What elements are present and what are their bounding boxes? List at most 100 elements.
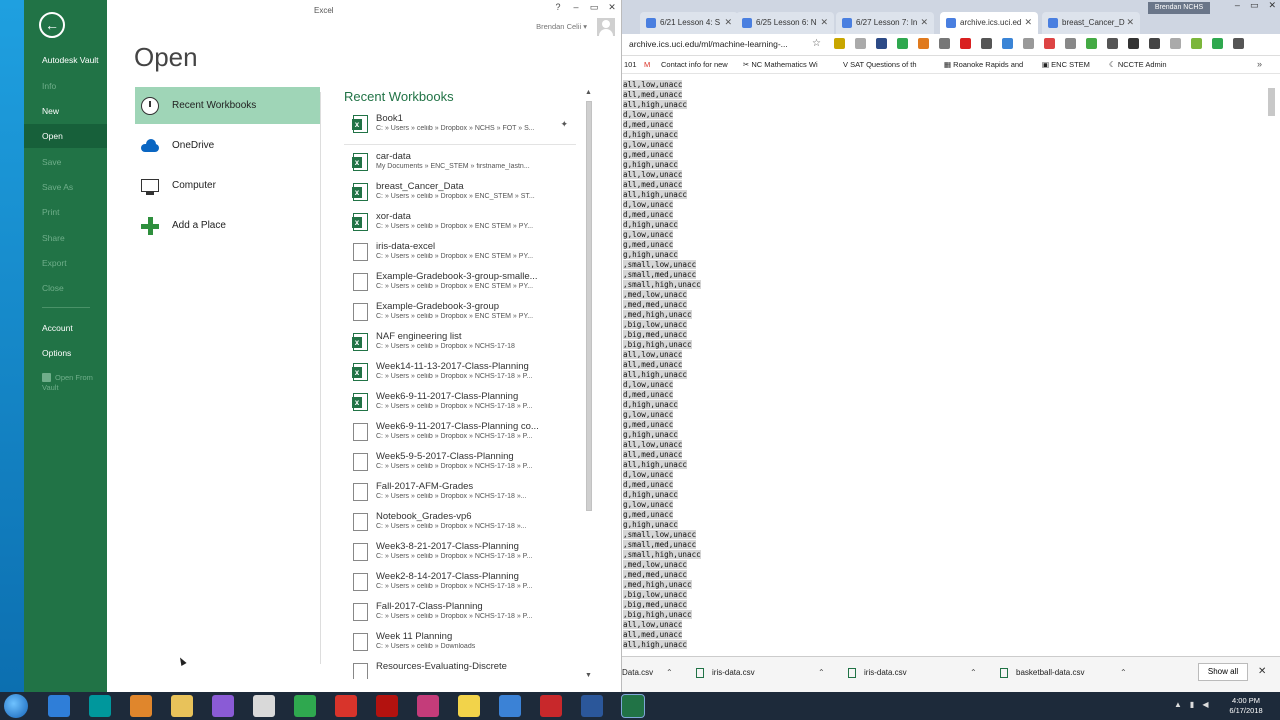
nav-options[interactable]: Options	[24, 341, 107, 365]
page-scrollbar[interactable]	[1267, 80, 1277, 656]
recent-file-item[interactable]: NAF engineering listC: » Users » celiib …	[344, 329, 576, 359]
recent-file-item[interactable]: Week14-11-13-2017-Class-PlanningC: » Use…	[344, 359, 576, 389]
start-button[interactable]	[4, 694, 28, 718]
bookmark-ncmath[interactable]: ✂ NC Mathematics Wi	[743, 60, 818, 69]
recent-file-item[interactable]: Book1C: » Users » celiib » Dropbox » NCH…	[344, 111, 576, 145]
browser-tab[interactable]: archive.ics.uci.ed ✕	[940, 12, 1038, 34]
chevron-up-icon[interactable]: ⌃	[970, 668, 977, 677]
chevron-up-icon[interactable]: ⌃	[818, 668, 825, 677]
extension-icon[interactable]	[1233, 38, 1244, 49]
download-item[interactable]: iris-data.csv ⌃	[696, 668, 825, 678]
page-scroll-thumb[interactable]	[1268, 88, 1275, 116]
ie-icon[interactable]	[48, 695, 70, 717]
recent-file-item[interactable]: Week6-9-11-2017-Class-PlanningC: » Users…	[344, 389, 576, 419]
chrome-restore-button[interactable]: ▭	[1250, 0, 1259, 11]
extension-icon[interactable]	[1002, 38, 1013, 49]
bookmarks-more-button[interactable]: »	[1257, 59, 1262, 69]
nav-close[interactable]: Close	[24, 276, 107, 300]
nav-open[interactable]: Open	[24, 124, 107, 148]
chevron-up-icon[interactable]: ⌃	[1120, 668, 1127, 677]
target-icon[interactable]	[540, 695, 562, 717]
recent-file-item[interactable]: Example-Gradebook-3-group-smalle... C: » …	[344, 269, 576, 299]
file-explorer-icon[interactable]	[171, 695, 193, 717]
avatar[interactable]	[597, 18, 615, 36]
nav-account[interactable]: Account	[24, 316, 107, 340]
restore-button[interactable]: ▭	[589, 2, 599, 13]
chrome-minimize-button[interactable]: –	[1235, 0, 1240, 11]
nav-autodesk-vault[interactable]: Autodesk Vault	[24, 48, 107, 72]
recent-file-item[interactable]: Example-Gradebook-3-group C: » Users » ce…	[344, 299, 576, 329]
pin-icon[interactable]: ✦	[560, 119, 568, 130]
nav-new[interactable]: New	[24, 99, 107, 123]
pycharm-icon[interactable]	[417, 695, 439, 717]
extension-icon[interactable]	[1086, 38, 1097, 49]
extension-icon[interactable]	[876, 38, 887, 49]
inkscape-icon[interactable]	[253, 695, 275, 717]
download-item[interactable]: iris-data.csv ⌃	[848, 668, 977, 678]
extension-icon[interactable]	[1107, 38, 1118, 49]
orb-app-icon[interactable]	[212, 695, 234, 717]
extension-icon[interactable]	[1128, 38, 1139, 49]
bookmark-star-icon[interactable]: ☆	[812, 38, 821, 49]
nav-info[interactable]: Info	[24, 74, 107, 98]
place-onedrive[interactable]: OneDrive	[135, 127, 320, 164]
browser-tab[interactable]: 6/27 Lesson 7: In ✕	[836, 12, 934, 34]
profile-badge[interactable]: Brendan NCHS	[1148, 2, 1210, 14]
place-recent-workbooks[interactable]: Recent Workbooks	[135, 87, 320, 124]
network-icon[interactable]: ▮	[1190, 700, 1194, 709]
recent-file-item[interactable]: Week5-9-5-2017-Class-Planning C: » Users …	[344, 449, 576, 479]
tray-arrow-icon[interactable]: ▲	[1174, 700, 1182, 709]
browser-tab[interactable]: breast_Cancer_D ✕	[1042, 12, 1140, 34]
recent-scrollbar[interactable]: ▲ ▼	[584, 89, 594, 679]
recent-file-item[interactable]: car-dataMy Documents » ENC_STEM » firstn…	[344, 149, 576, 179]
foxit-icon[interactable]	[335, 695, 357, 717]
recent-file-item[interactable]: iris-data-excel C: » Users » celiib » Dro…	[344, 239, 576, 269]
browser-tab[interactable]: 6/21 Lesson 4: S ✕	[640, 12, 738, 34]
account-name[interactable]: Brendan Celii ▾	[536, 22, 587, 31]
extension-icon[interactable]	[981, 38, 992, 49]
extension-icon[interactable]	[1191, 38, 1202, 49]
ruby-icon[interactable]	[376, 695, 398, 717]
nav-print[interactable]: Print	[24, 200, 107, 224]
bookmark-enc[interactable]: ▣ ENC STEM	[1042, 60, 1090, 69]
recent-file-item[interactable]: breast_Cancer_DataC: » Users » celiib » …	[344, 179, 576, 209]
extension-icon[interactable]	[1065, 38, 1076, 49]
tab-close-icon[interactable]: ✕	[920, 17, 928, 28]
volume-icon[interactable]: ◀	[1202, 700, 1208, 709]
recent-file-item[interactable]: Fall-2017-AFM-Grades C: » Users » celiib …	[344, 479, 576, 509]
extension-icon[interactable]	[1149, 38, 1160, 49]
nav-share[interactable]: Share	[24, 226, 107, 250]
back-button[interactable]: ←	[39, 12, 65, 38]
recent-file-item[interactable]: xor-dataC: » Users » celiib » Dropbox » …	[344, 209, 576, 239]
chevron-up-icon[interactable]: ⌃	[666, 668, 673, 677]
chrome-icon[interactable]	[294, 695, 316, 717]
bookmark-ncccte[interactable]: ☾ NCCTE Admin	[1109, 60, 1167, 69]
recent-file-item[interactable]: Fall-2017-Class-Planning C: » Users » cel…	[344, 599, 576, 629]
page-content[interactable]: all,low,unacc all,med,unacc all,high,unacc…	[622, 80, 1262, 656]
help-button[interactable]: ?	[553, 2, 563, 13]
recent-file-item[interactable]: Week3-8-21-2017-Class-Planning C: » Users…	[344, 539, 576, 569]
browser-tab[interactable]: 6/25 Lesson 6: N ✕	[736, 12, 834, 34]
download-item[interactable]: Data.csv ⌃	[622, 668, 673, 677]
extension-icon[interactable]	[918, 38, 929, 49]
tab-close-icon[interactable]: ✕	[1126, 17, 1134, 28]
extension-icon[interactable]	[1023, 38, 1034, 49]
recent-file-item[interactable]: Notebook_Grades-vp6 C: » Users » celiib »…	[344, 509, 576, 539]
bookmark-contact[interactable]: Contact info for new	[661, 60, 728, 69]
extension-icon[interactable]	[960, 38, 971, 49]
tab-close-icon[interactable]: ✕	[724, 17, 732, 28]
media-player-icon[interactable]	[130, 695, 152, 717]
nav-export[interactable]: Export	[24, 251, 107, 275]
recent-file-item[interactable]: Week 11 Planning C: » Users » celiib » Do…	[344, 629, 576, 659]
taskbar-clock[interactable]: 4:00 PM 6/17/2018	[1224, 696, 1268, 716]
recent-file-item[interactable]: Week6-9-11-2017-Class-Planning co... C: »…	[344, 419, 576, 449]
chrome-2-icon[interactable]	[499, 695, 521, 717]
extension-icon[interactable]	[855, 38, 866, 49]
tab-close-icon[interactable]: ✕	[820, 17, 828, 28]
nav-open-from-vault[interactable]: Open From Vault	[42, 373, 104, 393]
tab-close-icon[interactable]: ✕	[1024, 17, 1032, 28]
close-downloads-icon[interactable]: ✕	[1258, 666, 1266, 677]
extension-icon[interactable]	[1212, 38, 1223, 49]
bookmark-sat[interactable]: V SAT Questions of th	[843, 60, 917, 69]
url-field[interactable]: archive.ics.uci.edu/ml/machine-learning-…	[629, 39, 788, 49]
